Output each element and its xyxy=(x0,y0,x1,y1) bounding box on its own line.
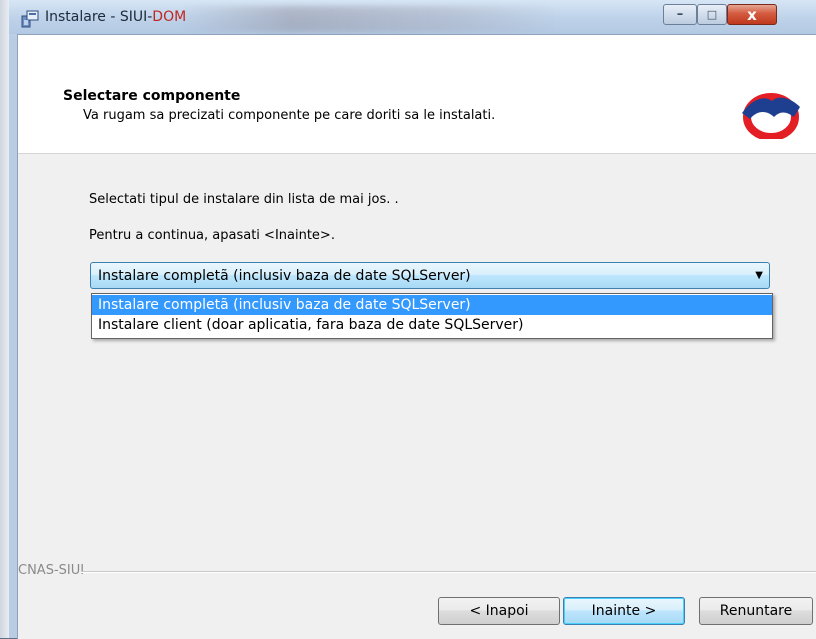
branding-label: CNAS-SIUI xyxy=(18,563,85,578)
wizard-page: Selectare componente Va rugam sa preciza… xyxy=(17,34,816,639)
install-type-dropdown-list: Instalare completã (inclusiv baza de dat… xyxy=(91,293,773,339)
window-title-prefix: Instalare - SIUI- xyxy=(45,9,153,25)
back-button[interactable]: < Inapoi xyxy=(438,597,560,625)
instruction-continue: Pentru a continua, apasati <Inainte>. xyxy=(89,228,335,243)
title-bar[interactable]: Instalare - SIUI-DOM – □ x xyxy=(9,0,816,34)
background-window-edge xyxy=(0,0,9,638)
option-full-install[interactable]: Instalare completã (inclusiv baza de dat… xyxy=(92,295,772,315)
maximize-icon: □ xyxy=(706,8,718,21)
installer-window: Instalare - SIUI-DOM – □ x Selectare com… xyxy=(9,0,816,639)
minimize-button[interactable]: – xyxy=(663,4,697,25)
option-client-install[interactable]: Instalare client (doar aplicatia, fara b… xyxy=(92,315,772,335)
title-bar-glass-blur xyxy=(179,6,559,32)
maximize-button[interactable]: □ xyxy=(697,4,727,25)
next-button[interactable]: Inainte > xyxy=(563,597,685,625)
installer-app-icon xyxy=(21,10,39,28)
minimize-icon: – xyxy=(676,7,684,22)
combobox-selected-value: Instalare completã (inclusiv baza de dat… xyxy=(98,268,471,284)
install-type-combobox[interactable]: Instalare completã (inclusiv baza de dat… xyxy=(90,262,770,289)
page-subtitle: Va rugam sa precizati componente pe care… xyxy=(83,108,496,123)
instruction-select-type: Selectati tipul de instalare din lista d… xyxy=(89,192,399,207)
window-title: Instalare - SIUI-DOM xyxy=(45,9,186,25)
cancel-button[interactable]: Renuntare xyxy=(699,597,813,625)
window-title-dom: DOM xyxy=(152,9,187,25)
chevron-down-icon[interactable]: ▼ xyxy=(755,270,763,281)
page-title: Selectare componente xyxy=(63,88,241,104)
close-button[interactable]: x xyxy=(727,4,777,25)
close-icon: x xyxy=(747,5,757,24)
footer-divider xyxy=(81,571,816,573)
cnas-logo-icon xyxy=(742,93,800,139)
wizard-header: Selectare componente Va rugam sa preciza… xyxy=(18,35,816,154)
